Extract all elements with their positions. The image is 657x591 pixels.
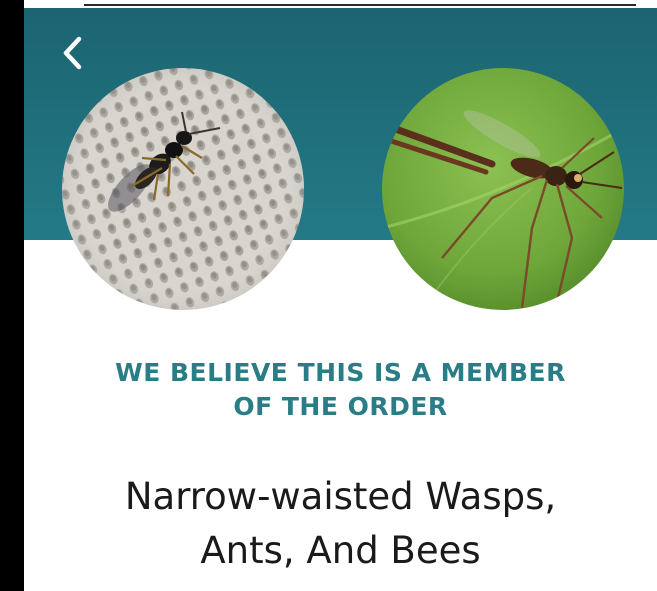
taxon-name-line1: Narrow-waisted Wasps,	[124, 475, 557, 518]
result-caption-line2: OF THE ORDER	[233, 392, 448, 421]
identification-result-screen: WE BELIEVE THIS IS A MEMBER OF THE ORDER…	[24, 0, 657, 591]
taxon-name: Narrow-waisted Wasps, Ants, And Bees	[24, 470, 657, 578]
wasp-on-fabric-image	[62, 68, 304, 310]
result-caption-line1: WE BELIEVE THIS IS A MEMBER	[115, 358, 566, 387]
top-divider	[84, 4, 636, 6]
taxon-name-line2: Ants, And Bees	[200, 529, 481, 572]
observation-photo[interactable]	[62, 68, 304, 310]
chevron-left-icon	[63, 36, 82, 70]
wasp-on-leaf-image	[382, 68, 624, 310]
back-button[interactable]	[54, 30, 94, 76]
result-caption: WE BELIEVE THIS IS A MEMBER OF THE ORDER	[24, 356, 657, 424]
reference-photo[interactable]	[382, 68, 624, 310]
